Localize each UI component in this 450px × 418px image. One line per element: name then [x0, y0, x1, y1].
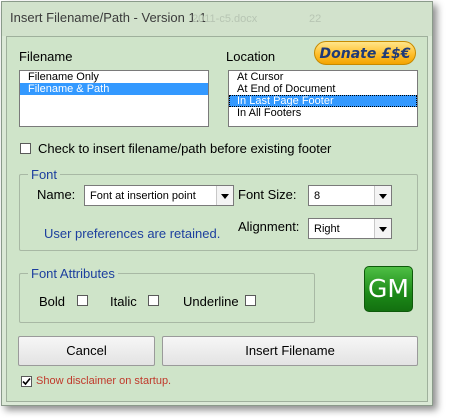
donate-button[interactable]: Donate £$€ — [314, 41, 416, 65]
font-name-label: Name: — [37, 187, 76, 202]
font-name-dropdown[interactable]: Font at insertion point — [84, 185, 234, 206]
cancel-button[interactable]: Cancel — [18, 336, 155, 366]
background-ghost-text: 22 — [309, 13, 322, 25]
title-bar[interactable]: Insert Filename/Path - Version 1.1 2011-… — [2, 2, 432, 36]
font-size-value: 8 — [314, 190, 321, 202]
disclaimer-label: Show disclaimer on startup. — [36, 375, 172, 387]
disclaimer-checkbox[interactable] — [21, 376, 32, 387]
bold-checkbox[interactable] — [77, 295, 88, 306]
filename-option[interactable]: Filename Only — [20, 71, 208, 83]
alignment-value: Right — [314, 223, 340, 235]
location-option[interactable]: In All Footers — [229, 107, 417, 119]
filename-listbox[interactable]: Filename Only Filename & Path — [19, 70, 209, 127]
dialog-content: Filename Location Donate £$€ Filename On… — [6, 36, 428, 402]
underline-checkbox[interactable] — [245, 295, 256, 306]
checkmark-icon — [22, 377, 31, 386]
filename-label: Filename — [19, 49, 73, 64]
location-option[interactable]: At Cursor — [229, 71, 417, 83]
filename-option-selected[interactable]: Filename & Path — [20, 83, 208, 95]
chevron-down-icon[interactable] — [374, 219, 391, 238]
chevron-down-icon[interactable] — [374, 186, 391, 205]
before-footer-label: Check to insert filename/path before exi… — [38, 141, 332, 156]
alignment-label: Alignment: — [238, 219, 300, 234]
insert-filename-button[interactable]: Insert Filename — [162, 336, 418, 366]
font-size-dropdown[interactable]: 8 — [308, 185, 392, 206]
font-attributes-legend: Font Attributes — [28, 266, 118, 281]
alignment-dropdown[interactable]: Right — [308, 218, 392, 239]
italic-label: Italic — [110, 294, 137, 309]
location-label: Location — [226, 49, 276, 64]
italic-checkbox[interactable] — [148, 295, 159, 306]
font-group-legend: Font — [28, 167, 61, 182]
dialog-window: Insert Filename/Path - Version 1.1 2011-… — [1, 1, 433, 406]
font-name-value: Font at insertion point — [90, 190, 196, 202]
background-ghost-text: 2011-c5.docx — [192, 13, 258, 25]
font-size-label: Font Size: — [238, 187, 297, 202]
bold-label: Bold — [39, 294, 66, 309]
location-listbox[interactable]: At Cursor At End of Document In Last Pag… — [228, 70, 418, 127]
location-option[interactable]: At End of Document — [229, 83, 417, 95]
gm-logo: GM — [364, 266, 413, 312]
window-title: Insert Filename/Path - Version 1.1 — [10, 10, 207, 25]
before-footer-checkbox[interactable] — [20, 143, 31, 154]
preferences-note: User preferences are retained. — [44, 226, 221, 241]
underline-label: Underline — [183, 294, 239, 309]
chevron-down-icon[interactable] — [216, 186, 233, 205]
location-option-selected[interactable]: In Last Page Footer — [229, 95, 417, 107]
